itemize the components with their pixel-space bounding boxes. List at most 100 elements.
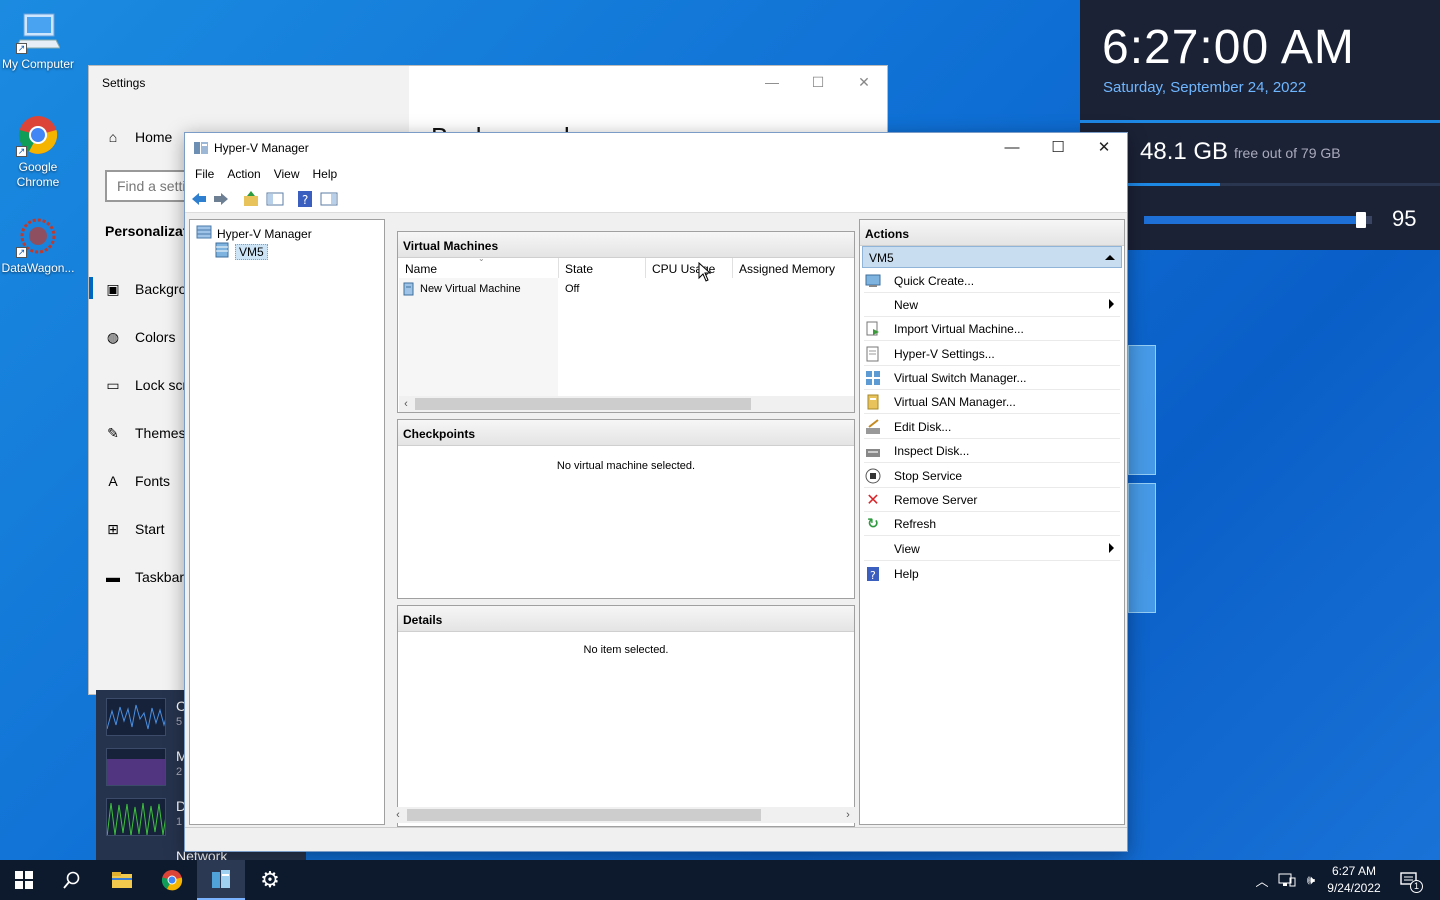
close-icon[interactable]: ✕ xyxy=(841,66,887,98)
details-empty-message: No item selected. xyxy=(583,644,669,656)
resmon-sub: 5 xyxy=(176,716,183,728)
menu-help[interactable]: Help xyxy=(308,163,346,185)
import-icon xyxy=(865,321,881,337)
scrollbar-thumb[interactable] xyxy=(415,398,751,410)
widget-divider xyxy=(1080,120,1440,123)
middle-horizontal-scrollbar[interactable]: ‹ › xyxy=(391,807,855,823)
maximize-icon[interactable]: ☐ xyxy=(795,66,841,98)
hyperv-statusbar xyxy=(185,827,1127,851)
scroll-right-icon[interactable]: › xyxy=(841,807,855,823)
stop-icon xyxy=(865,468,881,484)
taskbar-file-explorer[interactable] xyxy=(98,860,146,900)
collapse-caret-icon[interactable] xyxy=(1105,255,1115,260)
vm-row-new-virtual-machine[interactable]: New Virtual Machine Off xyxy=(402,282,857,298)
start-button[interactable] xyxy=(0,860,48,900)
taskbar: ⚙ ︿ 🕪 6:27 AM 9/24/2022 1 xyxy=(0,860,1440,900)
hyperv-title: Hyper-V Manager xyxy=(214,141,309,155)
minimize-icon[interactable]: — xyxy=(989,133,1035,163)
desktop-icon-google-chrome[interactable]: ↗ Google Chrome xyxy=(0,113,76,190)
action-label: Stop Service xyxy=(894,468,963,483)
action-help[interactable]: ? Help xyxy=(864,562,1120,586)
tree-item-vm5[interactable]: VM5 xyxy=(214,242,268,261)
action-label: Import Virtual Machine... xyxy=(894,321,1024,336)
close-icon[interactable]: ✕ xyxy=(1081,133,1127,163)
action-view[interactable]: View xyxy=(864,537,1120,561)
maximize-icon[interactable]: ☐ xyxy=(1035,133,1081,163)
action-hyperv-settings[interactable]: Hyper-V Settings... xyxy=(864,342,1120,366)
tree-child-label: VM5 xyxy=(235,243,268,260)
taskbar-hyperv-manager[interactable] xyxy=(197,860,245,900)
settings-search-input[interactable]: Find a setting xyxy=(105,170,195,202)
menu-view[interactable]: View xyxy=(269,163,308,185)
server-icon xyxy=(214,242,230,261)
action-stop-service[interactable]: Stop Service xyxy=(864,464,1120,488)
forward-arrow-icon[interactable] xyxy=(212,190,230,208)
action-inspect-disk[interactable]: Inspect Disk... xyxy=(864,439,1120,463)
action-remove-server[interactable]: ✕ Remove Server xyxy=(864,488,1120,512)
hyperv-titlebar[interactable]: Hyper-V Manager — ☐ ✕ xyxy=(185,133,1127,163)
virtual-machine-icon xyxy=(403,282,415,299)
column-assigned-memory[interactable]: Assigned Memory xyxy=(739,262,835,276)
show-hide-action-pane-icon[interactable] xyxy=(320,190,338,208)
settings-item-start[interactable]: ⊞ Start xyxy=(105,521,164,537)
chrome-icon: ↗ xyxy=(16,113,60,157)
settings-item-themes[interactable]: ✎ Themes xyxy=(105,425,185,441)
search-button[interactable] xyxy=(48,860,96,900)
action-virtual-san-manager[interactable]: Virtual SAN Manager... xyxy=(864,390,1120,414)
remove-icon: ✕ xyxy=(866,491,880,509)
gear-icon: ⚙ xyxy=(260,867,280,892)
actions-group-vm5[interactable]: VM5 xyxy=(862,246,1122,268)
action-edit-disk[interactable]: Edit Disk... xyxy=(864,415,1120,439)
help-icon[interactable]: ? xyxy=(296,190,314,208)
network-icon[interactable] xyxy=(1276,860,1298,900)
svg-text:?: ? xyxy=(302,193,308,207)
action-quick-create[interactable]: Quick Create... xyxy=(864,269,1120,293)
volume-slider-thumb[interactable] xyxy=(1356,212,1366,228)
scroll-left-icon[interactable]: ‹ xyxy=(391,807,405,823)
taskbar-chrome[interactable] xyxy=(148,860,196,900)
action-label: Quick Create... xyxy=(894,273,975,288)
scroll-left-icon[interactable]: ‹ xyxy=(399,396,413,412)
up-folder-icon[interactable] xyxy=(242,190,260,208)
hyperv-app-icon xyxy=(212,870,230,888)
desktop-icon-label: DataWagon... xyxy=(1,261,75,275)
desktop-icon-my-computer[interactable]: ↗ My Computer xyxy=(0,10,76,72)
minimize-icon[interactable]: — xyxy=(749,66,795,98)
show-hidden-icons-chevron-icon[interactable]: ︿ xyxy=(1252,860,1272,900)
column-name[interactable]: Name xyxy=(405,262,437,276)
vm-horizontal-scrollbar[interactable]: ‹ xyxy=(399,396,854,412)
desktop-icon-datawagon[interactable]: ↗ DataWagon... xyxy=(0,214,76,276)
action-label: Virtual Switch Manager... xyxy=(894,370,1027,385)
volume-slider[interactable] xyxy=(1144,212,1372,228)
action-import-virtual-machine[interactable]: Import Virtual Machine... xyxy=(864,317,1120,341)
taskbar-clock[interactable]: 6:27 AM 9/24/2022 xyxy=(1318,863,1390,897)
font-icon: A xyxy=(108,473,118,489)
settings-item-colors[interactable]: ◍ Colors xyxy=(105,329,176,345)
notification-center-button[interactable]: 1 xyxy=(1394,860,1424,900)
settings-home[interactable]: ⌂ Home xyxy=(105,129,173,145)
resmon-sub: 2 xyxy=(176,766,183,778)
settings-item-taskbar[interactable]: ▬ Taskbar xyxy=(105,569,184,585)
help-icon: ? xyxy=(865,566,881,582)
scrollbar-thumb[interactable] xyxy=(407,809,761,821)
action-virtual-switch-manager[interactable]: Virtual Switch Manager... xyxy=(864,366,1120,390)
show-hide-console-tree-icon[interactable] xyxy=(266,190,284,208)
disk-usage-bar xyxy=(1080,183,1440,186)
column-state[interactable]: State xyxy=(565,262,593,276)
checkpoints-header: Checkpoints xyxy=(398,420,854,446)
actions-header: Actions xyxy=(860,220,1124,246)
action-label: Edit Disk... xyxy=(894,419,952,434)
taskbar-time: 6:27 AM xyxy=(1331,864,1377,878)
hyperv-toolbar: ? xyxy=(185,185,1127,213)
taskbar-settings[interactable]: ⚙ xyxy=(246,860,294,900)
action-refresh[interactable]: ↻ Refresh xyxy=(864,512,1120,536)
action-new[interactable]: New xyxy=(864,293,1120,317)
refresh-icon: ↻ xyxy=(867,515,879,531)
menu-action[interactable]: Action xyxy=(222,163,268,185)
tree-item-hyperv-manager[interactable]: Hyper-V Manager xyxy=(196,224,312,243)
back-arrow-icon[interactable] xyxy=(190,190,208,208)
settings-item-fonts[interactable]: A Fonts xyxy=(105,473,170,489)
action-label: Help xyxy=(894,567,919,581)
settings-title: Settings xyxy=(102,76,146,90)
menu-file[interactable]: File xyxy=(190,163,222,185)
